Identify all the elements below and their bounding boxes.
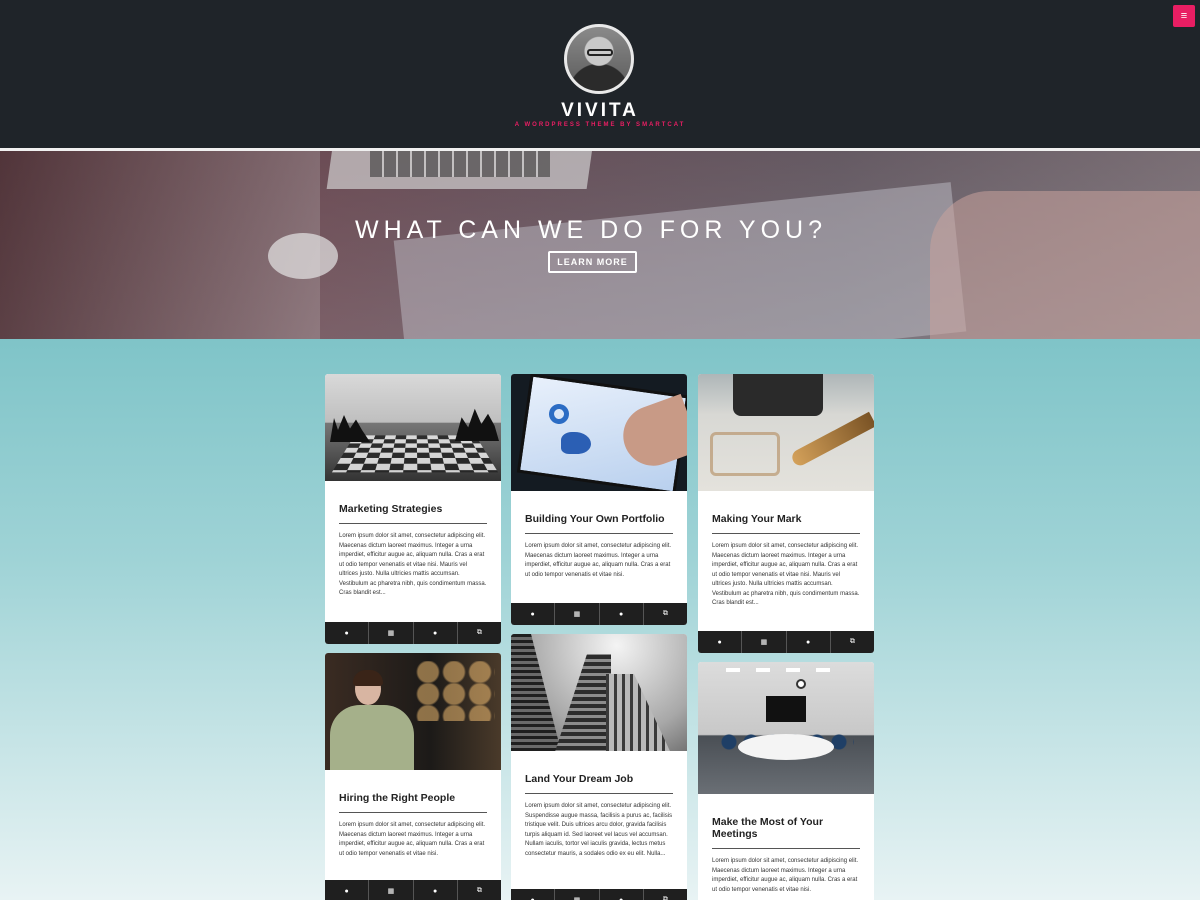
chess-pieces [330, 415, 370, 442]
stamp-graphic [710, 432, 780, 476]
ceiling-lights-graphic [726, 668, 846, 672]
hero-banner [0, 151, 1200, 339]
hero-bg-keyboard [370, 151, 550, 177]
clock-graphic [796, 679, 806, 689]
calendar-icon[interactable]: ▦ [369, 622, 414, 644]
post-title[interactable]: Hiring the Right People [339, 792, 487, 813]
ink-bottle-graphic [733, 374, 823, 416]
post-title[interactable]: Make the Most of Your Meetings [712, 816, 860, 849]
calendar-icon[interactable]: ▦ [742, 631, 787, 653]
comment-icon[interactable]: ● [600, 603, 644, 625]
post-title[interactable]: Marketing Strategies [339, 503, 487, 524]
bokeh-lights-graphic [415, 661, 495, 721]
post-meta-bar: ● ▦ ● ⧉ [698, 631, 874, 653]
calendar-icon[interactable]: ▦ [555, 889, 600, 900]
post-excerpt: Lorem ipsum dolor sit amet, consectetur … [712, 543, 860, 606]
comment-icon[interactable]: ● [787, 631, 831, 653]
post-thumbnail[interactable] [511, 374, 687, 491]
external-link-icon[interactable]: ⧉ [644, 889, 687, 900]
learn-more-button[interactable]: LEARN MORE [548, 251, 637, 273]
author-icon[interactable]: ● [325, 622, 370, 644]
hero-heading: WHAT CAN WE DO FOR YOU? [355, 216, 827, 244]
post-title[interactable]: Making Your Mark [712, 513, 860, 534]
post-thumbnail[interactable] [511, 634, 687, 751]
post-meta-bar: ● ▦ ● ⧉ [511, 603, 687, 625]
person-body-graphic [330, 705, 414, 770]
post-title[interactable]: Building Your Own Portfolio [525, 513, 673, 534]
post-card[interactable]: Marketing Strategies Lorem ipsum dolor s… [325, 374, 501, 644]
comment-icon[interactable]: ● [600, 889, 644, 900]
building-graphic [511, 634, 561, 751]
post-card[interactable]: Make the Most of Your Meetings Lorem ips… [698, 662, 874, 900]
author-icon[interactable]: ● [511, 889, 556, 900]
post-thumbnail[interactable] [698, 374, 874, 491]
post-card[interactable]: Making Your Mark Lorem ipsum dolor sit a… [698, 374, 874, 653]
person-hair-graphic [353, 670, 383, 686]
avatar-glasses [587, 49, 613, 56]
site-tagline: A WORDPRESS THEME BY SMARTCAT [514, 122, 686, 128]
calendar-icon[interactable]: ▦ [555, 603, 600, 625]
external-link-icon[interactable]: ⧉ [644, 603, 687, 625]
post-thumbnail[interactable] [325, 653, 501, 770]
post-meta-bar: ● ▦ ● ⧉ [325, 880, 501, 900]
table-graphic [738, 734, 834, 760]
building-graphic [551, 654, 611, 751]
post-excerpt: Lorem ipsum dolor sit amet, consectetur … [712, 858, 859, 893]
post-excerpt: Lorem ipsum dolor sit amet, consectetur … [525, 543, 672, 578]
external-link-icon[interactable]: ⧉ [831, 631, 874, 653]
author-icon[interactable]: ● [325, 880, 370, 900]
post-excerpt: Lorem ipsum dolor sit amet, consectetur … [525, 803, 673, 857]
hero-bg-paper [393, 182, 967, 339]
calendar-icon[interactable]: ▦ [369, 880, 414, 900]
post-excerpt: Lorem ipsum dolor sit amet, consectetur … [339, 533, 487, 596]
post-thumbnail[interactable] [325, 374, 501, 481]
building-graphic [606, 674, 676, 751]
post-meta-bar: ● ▦ ● ⧉ [511, 889, 687, 900]
post-card[interactable]: Hiring the Right People Lorem ipsum dolo… [325, 653, 501, 900]
comment-icon[interactable]: ● [414, 622, 458, 644]
map-graphic [561, 432, 591, 454]
post-card[interactable]: Land Your Dream Job Lorem ipsum dolor si… [511, 634, 687, 900]
post-excerpt: Lorem ipsum dolor sit amet, consectetur … [339, 822, 486, 857]
menu-icon[interactable]: ≡ [1173, 5, 1195, 27]
post-title[interactable]: Land Your Dream Job [525, 773, 673, 794]
pen-nib-graphic [789, 411, 874, 469]
avatar[interactable] [564, 24, 634, 94]
author-icon[interactable]: ● [511, 603, 556, 625]
hero-bg-hand [930, 191, 1200, 339]
chess-pieces [455, 408, 499, 441]
site-header: ≡ VIVITA A WORDPRESS THEME BY SMARTCAT [0, 0, 1200, 148]
external-link-icon[interactable]: ⧉ [458, 622, 501, 644]
tv-screen-graphic [766, 696, 806, 722]
post-meta-bar: ● ▦ ● ⧉ [325, 622, 501, 644]
post-thumbnail[interactable] [698, 662, 874, 794]
site-title[interactable]: VIVITA [0, 100, 1200, 122]
external-link-icon[interactable]: ⧉ [458, 880, 501, 900]
author-icon[interactable]: ● [698, 631, 743, 653]
post-card[interactable]: Building Your Own Portfolio Lorem ipsum … [511, 374, 687, 625]
comment-icon[interactable]: ● [414, 880, 458, 900]
